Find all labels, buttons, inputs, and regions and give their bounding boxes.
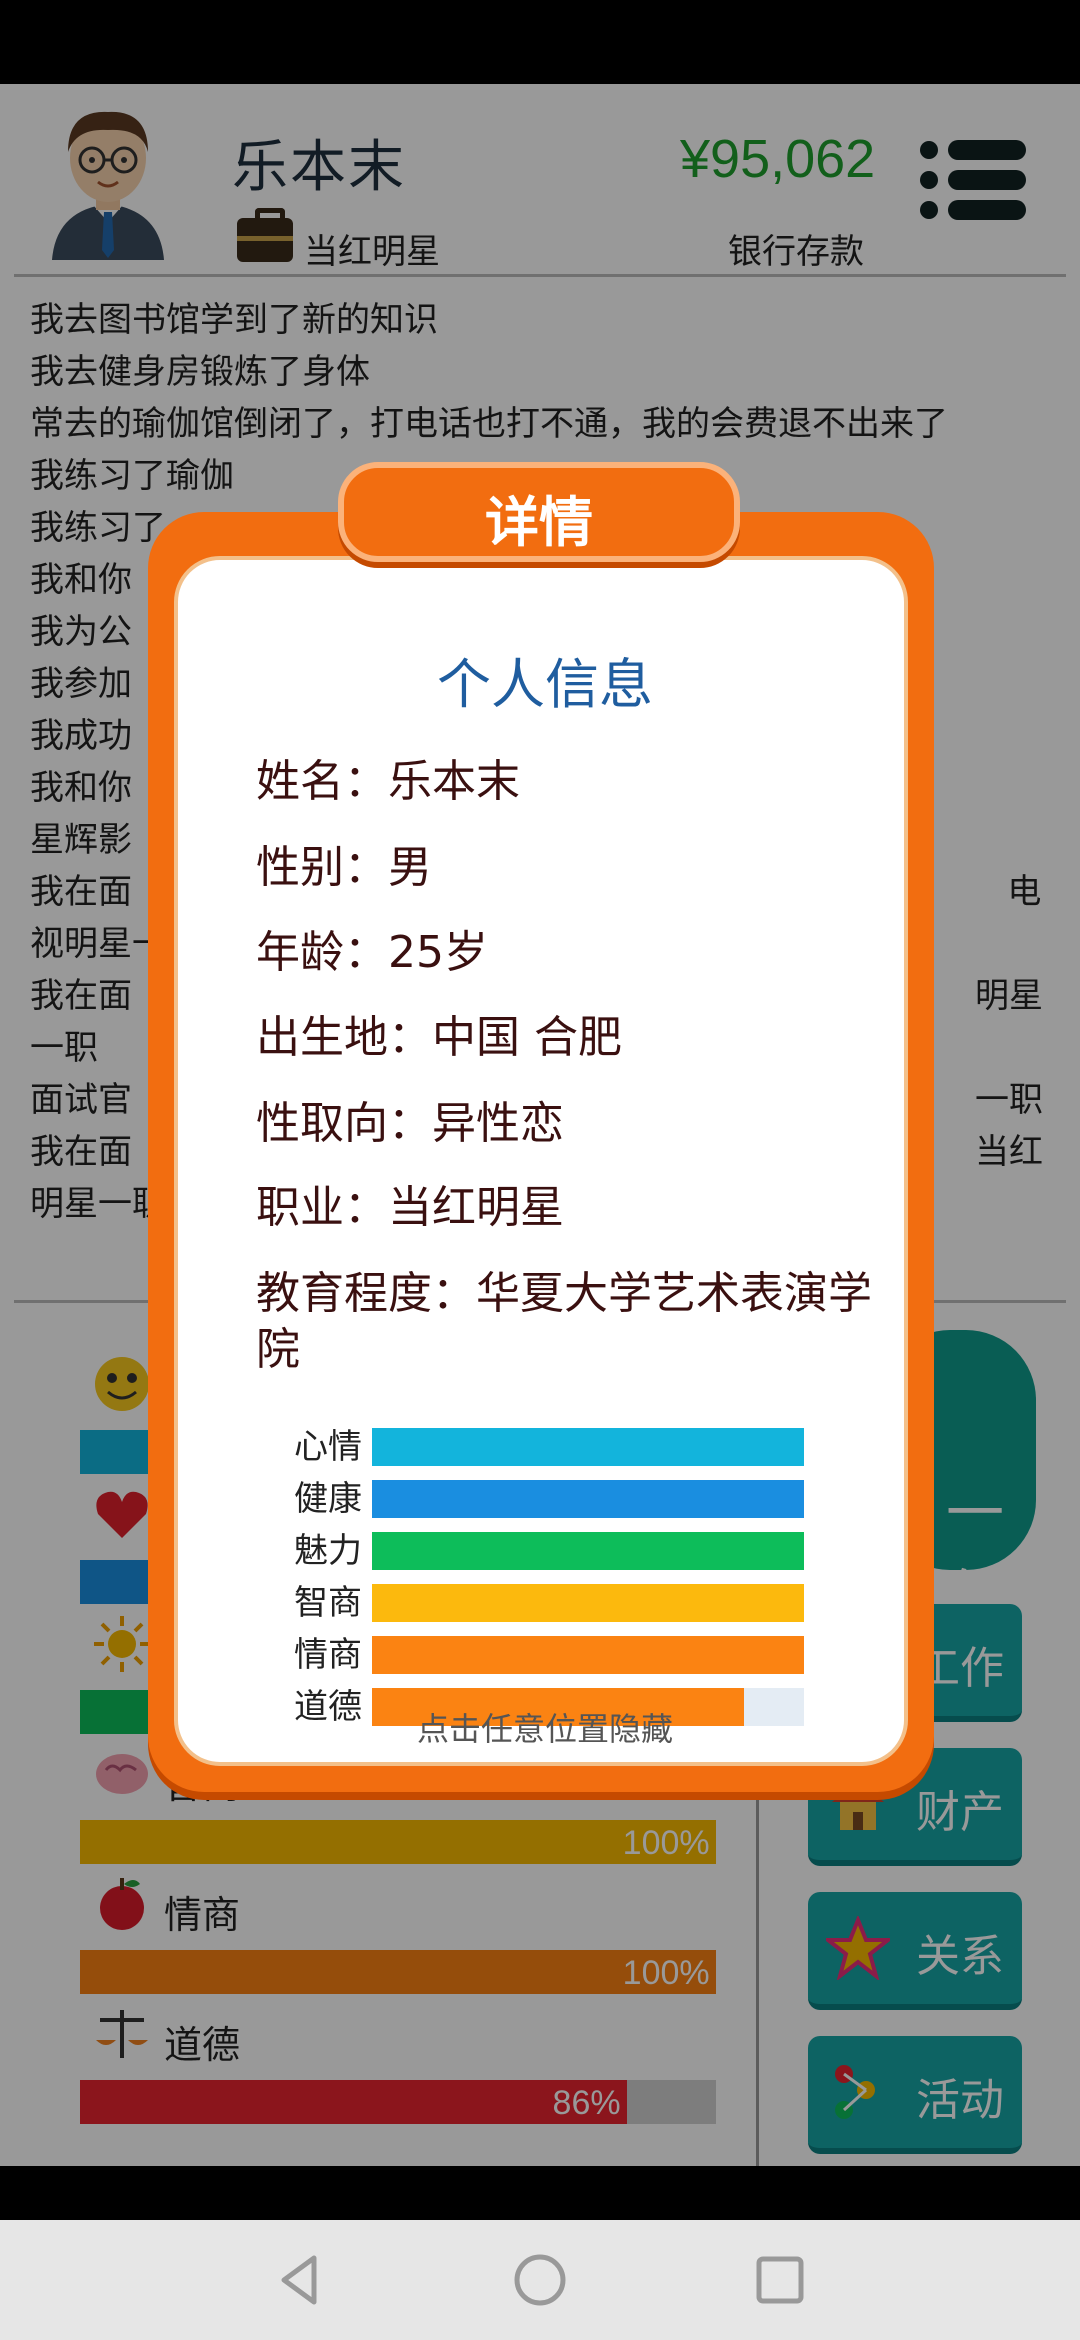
info-name: 姓名：乐本末 [256,756,520,807]
dialog-tab-label: 详情 [485,491,593,554]
attribute-bar-track [372,1636,804,1674]
attribute-bar-fill [372,1480,804,1518]
info-age: 年龄：25岁 [256,927,488,978]
details-card: 个人信息 姓名：乐本末 性别：男 年龄：25岁 出生地：中国 合肥 性取向：异性… [174,556,908,1766]
attribute-bar-fill [372,1532,804,1570]
attribute-bar-track [372,1532,804,1570]
info-occupation: 职业：当红明星 [256,1182,564,1233]
attribute-bar-label: 智商 [294,1583,362,1623]
attribute-bar-fill [372,1428,804,1466]
attribute-bar-row: 智商 [274,1582,834,1624]
info-gender: 性别：男 [256,842,432,893]
info-education: 教育程度：华夏大学艺术表演学院 [256,1268,872,1375]
attribute-bar-track [372,1428,804,1466]
attribute-bar-label: 健康 [294,1479,362,1519]
attribute-bars: 心情 健康 魅力 智商 情商 道德 [274,1426,834,1746]
dismiss-hint: 点击任意位置隐藏 [416,1710,673,1748]
attribute-bar-label: 情商 [294,1635,362,1675]
attribute-bar-fill [372,1584,804,1622]
recent-square-icon[interactable] [750,2250,810,2310]
attribute-bar-row: 心情 [274,1426,834,1468]
attribute-bar-row: 魅力 [274,1530,834,1572]
attribute-bar-row: 健康 [274,1478,834,1520]
details-dialog[interactable]: 个人信息 姓名：乐本末 性别：男 年龄：25岁 出生地：中国 合肥 性取向：异性… [148,512,934,1792]
attribute-bar-label: 心情 [294,1427,362,1467]
dialog-title: 个人信息 [437,653,653,716]
info-birthplace: 出生地：中国 合肥 [256,1012,622,1063]
dialog-tab: 详情 [338,462,740,562]
attribute-bar-fill [372,1636,804,1674]
system-nav-bar [0,2220,1080,2340]
home-circle-icon[interactable] [510,2250,570,2310]
attribute-bar-row: 情商 [274,1634,834,1676]
info-orientation: 性取向：异性恋 [256,1098,564,1149]
attribute-bar-track [372,1480,804,1518]
back-triangle-icon[interactable] [270,2250,330,2310]
attribute-bar-label: 魅力 [294,1531,362,1571]
attribute-bar-track [372,1584,804,1622]
